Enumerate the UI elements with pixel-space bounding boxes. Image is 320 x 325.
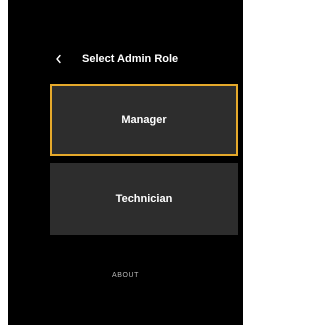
page-title: Select Admin Role <box>82 53 179 65</box>
role-option-label: Technician <box>115 193 173 205</box>
about-link[interactable]: ABOUT <box>8 271 243 281</box>
header: Select Admin Role <box>8 51 243 69</box>
role-option-manager[interactable]: Manager <box>50 84 238 156</box>
role-option-technician[interactable]: Technician <box>50 163 238 235</box>
chevron-left-icon[interactable] <box>52 52 66 66</box>
role-option-label: Manager <box>121 114 167 126</box>
device-screen: Select Admin Role Manager Technician ABO… <box>8 0 243 325</box>
